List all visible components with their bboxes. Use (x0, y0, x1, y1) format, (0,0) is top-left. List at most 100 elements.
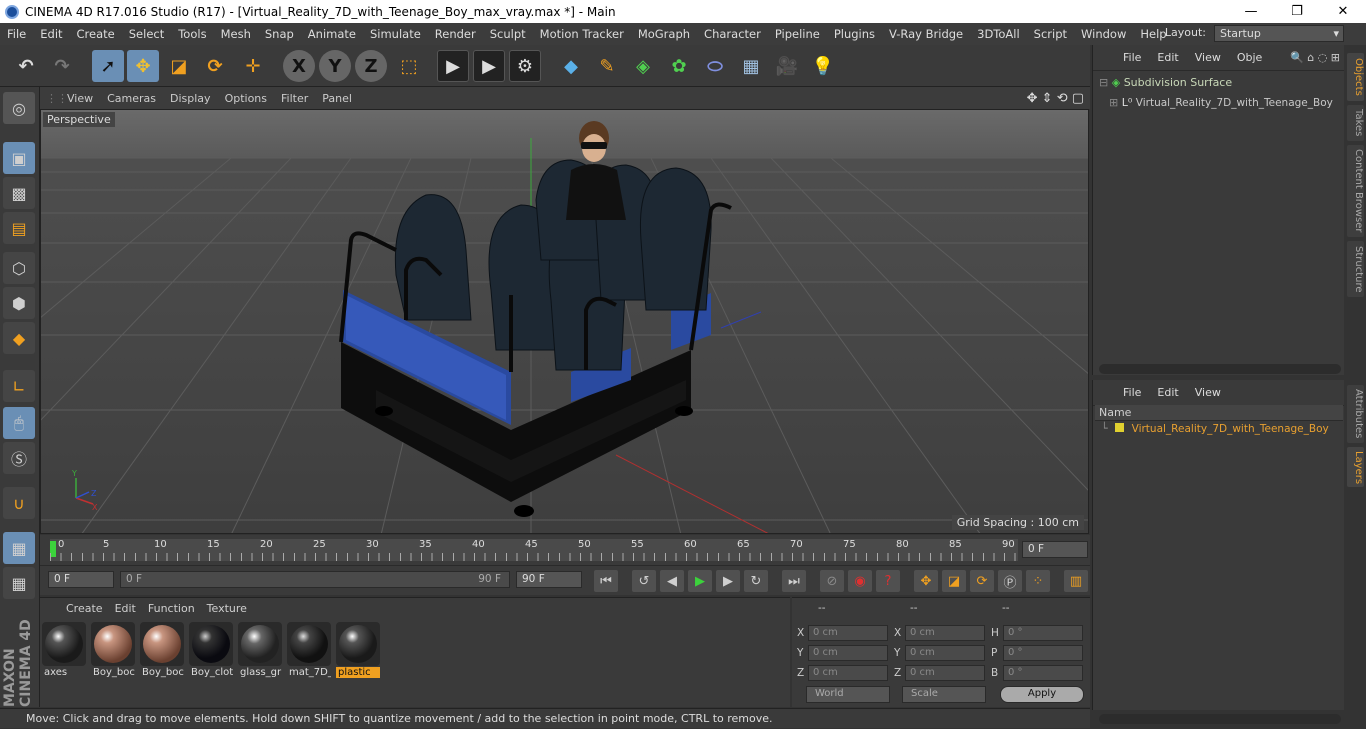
x-axis-icon[interactable]: X (283, 50, 315, 82)
horizontal-scrollbar[interactable] (1099, 714, 1341, 724)
material-swatch[interactable]: mat_7D_ (287, 622, 331, 678)
snap-icon[interactable]: Ⓢ (3, 442, 35, 474)
menu-pipeline[interactable]: Pipeline (768, 27, 827, 41)
menu-tools[interactable]: Tools (171, 27, 213, 41)
render-settings-icon[interactable]: ⚙ (509, 50, 541, 82)
tweak-mode-icon[interactable]: 🖱 (3, 407, 35, 439)
subdivision-icon[interactable]: ◈ (627, 50, 659, 82)
menu-snap[interactable]: Snap (258, 27, 301, 41)
viewport-menu-filter[interactable]: Filter (274, 92, 315, 105)
record-disabled-icon[interactable]: ⊘ (820, 570, 844, 592)
layers-menu-edit[interactable]: Edit (1149, 386, 1186, 399)
viewport-menu-view[interactable]: View (60, 92, 100, 105)
undo-icon[interactable]: ↶ (10, 50, 42, 82)
viewport-menu-cameras[interactable]: Cameras (100, 92, 163, 105)
go-to-end-icon[interactable]: ⏭ (782, 570, 806, 592)
workplane-icon[interactable]: ▤ (3, 212, 35, 244)
size-z-field[interactable]: 0 cm (905, 665, 985, 681)
polygons-mode-icon[interactable]: ◆ (3, 322, 35, 354)
go-to-start-icon[interactable]: ⏮ (594, 570, 618, 592)
tree-item-subdivision-surface[interactable]: ⊟ ◈ Subdivision Surface (1099, 76, 1339, 94)
size-y-field[interactable]: 0 cm (905, 645, 985, 661)
y-axis-icon[interactable]: Y (319, 50, 351, 82)
rotation-p-field[interactable]: 0 ° (1003, 645, 1083, 661)
menu-3dtoall[interactable]: 3DToAll (970, 27, 1027, 41)
play-icon[interactable]: ▶ (688, 570, 712, 592)
tab-content-browser[interactable]: Content Browser (1347, 145, 1364, 237)
key-param-icon[interactable]: Ⓟ (998, 570, 1022, 592)
objects-menu-file[interactable]: File (1115, 51, 1149, 64)
floor-icon[interactable]: ▦ (735, 50, 767, 82)
previous-key-icon[interactable]: ↺ (632, 570, 656, 592)
objects-menu-view[interactable]: View (1187, 51, 1229, 64)
rotation-b-field[interactable]: 0 ° (1003, 665, 1083, 681)
minimize-button[interactable]: — (1228, 4, 1274, 19)
menu-sculpt[interactable]: Sculpt (483, 27, 533, 41)
material-menu-create[interactable]: Create (60, 602, 109, 615)
viewport-menu-panel[interactable]: Panel (315, 92, 359, 105)
layer-color-swatch[interactable] (1115, 423, 1125, 432)
material-menu-function[interactable]: Function (142, 602, 201, 615)
max-frame-field[interactable]: 90 F (516, 571, 582, 588)
coord-system-dropdown[interactable]: World (806, 686, 890, 703)
key-rotate-icon[interactable]: ⟳ (970, 570, 994, 592)
timeline[interactable]: 0 5 10 15 20 25 30 35 40 45 50 55 60 65 … (40, 535, 1090, 565)
next-frame-icon[interactable]: ▶ (716, 570, 740, 592)
menu-window[interactable]: Window (1074, 27, 1133, 41)
close-button[interactable]: ✕ (1320, 4, 1366, 19)
grid-toggle-icon[interactable]: ▦ (3, 567, 35, 599)
viewport-menu-display[interactable]: Display (163, 92, 218, 105)
material-swatch[interactable]: axes (42, 622, 86, 678)
deformer-icon[interactable]: ⬭ (699, 50, 731, 82)
menu-render[interactable]: Render (428, 27, 483, 41)
viewport-navigation-icons[interactable]: ✥ ⇕ ⟲ ▢ (1027, 91, 1084, 106)
render-view-icon[interactable]: ▶ (437, 50, 469, 82)
axis-mode-icon[interactable]: ∟ (3, 370, 35, 402)
tab-structure[interactable]: Structure (1347, 241, 1364, 297)
workplane-lock-icon[interactable]: ▦ (3, 532, 35, 564)
record-icon[interactable]: ◉ (848, 570, 872, 592)
menu-select[interactable]: Select (122, 27, 171, 41)
menu-mesh[interactable]: Mesh (214, 27, 258, 41)
menu-animate[interactable]: Animate (301, 27, 363, 41)
scale-icon[interactable]: ◪ (163, 50, 195, 82)
menu-vray-bridge[interactable]: V-Ray Bridge (882, 27, 970, 41)
maximize-button[interactable]: ❐ (1274, 4, 1320, 19)
rotate-icon[interactable]: ⟳ (199, 50, 231, 82)
frame-range-slider[interactable]: 0 F 90 F (120, 571, 510, 588)
viewport-menu-options[interactable]: Options (218, 92, 274, 105)
model-mode-icon[interactable]: ▣ (3, 142, 35, 174)
menu-mograph[interactable]: MoGraph (631, 27, 697, 41)
layer-item[interactable]: └ Virtual_Reality_7D_with_Teenage_Boy (1101, 422, 1343, 438)
layers-menu-file[interactable]: File (1115, 386, 1149, 399)
menu-simulate[interactable]: Simulate (363, 27, 428, 41)
tab-attributes[interactable]: Attributes (1347, 385, 1364, 443)
menu-character[interactable]: Character (697, 27, 768, 41)
make-editable-icon[interactable]: ◎ (3, 92, 35, 124)
tree-expand-icon[interactable]: ⊞ (1109, 96, 1118, 109)
material-swatch[interactable]: Boy_boc (140, 622, 184, 678)
menu-edit[interactable]: Edit (33, 27, 69, 41)
material-menu-texture[interactable]: Texture (201, 602, 253, 615)
material-swatch[interactable]: Boy_boc (91, 622, 135, 678)
menu-create[interactable]: Create (70, 27, 122, 41)
light-icon[interactable]: 💡 (807, 50, 839, 82)
tab-layers[interactable]: Layers (1347, 447, 1364, 487)
previous-frame-icon[interactable]: ◀ (660, 570, 684, 592)
z-axis-icon[interactable]: Z (355, 50, 387, 82)
select-arrow-icon[interactable]: ➚ (92, 50, 124, 82)
key-pla-icon[interactable]: ⁘ (1026, 570, 1050, 592)
layout-dropdown[interactable]: Startup ▾ (1214, 25, 1344, 42)
pen-spline-icon[interactable]: ✎ (591, 50, 623, 82)
material-swatch[interactable]: glass_gr (238, 622, 282, 678)
timeline-end-field[interactable]: 0 F (1022, 541, 1088, 558)
tab-objects[interactable]: Objects (1347, 53, 1364, 101)
3d-viewport[interactable]: Y X Z Perspective Grid Spacing : 100 cm (40, 109, 1089, 534)
tree-expand-icon[interactable]: ⊟ (1099, 76, 1108, 89)
key-move-icon[interactable]: ✥ (914, 570, 938, 592)
autokey-icon[interactable]: ? (876, 570, 900, 592)
position-x-field[interactable]: 0 cm (808, 625, 888, 641)
position-z-field[interactable]: 0 cm (808, 665, 888, 681)
key-scale-icon[interactable]: ◪ (942, 570, 966, 592)
material-swatch-selected[interactable]: plastic (336, 622, 380, 678)
